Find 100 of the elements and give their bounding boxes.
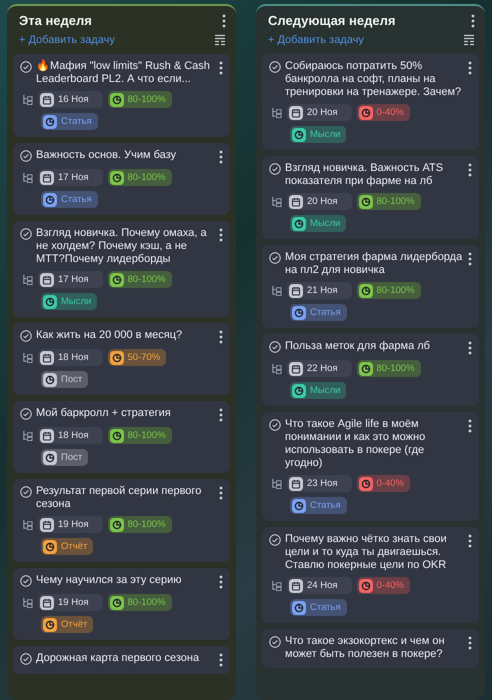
subtask-icon[interactable] <box>271 363 282 374</box>
more-icon[interactable] <box>219 486 223 500</box>
add-task-link[interactable]: + Добавить задачу <box>268 34 364 46</box>
more-icon[interactable] <box>219 330 223 344</box>
check-circle-icon[interactable] <box>20 330 32 342</box>
more-icon[interactable] <box>468 341 472 355</box>
subtask-icon[interactable] <box>22 519 33 530</box>
subtask-icon[interactable] <box>22 597 33 608</box>
check-circle-icon[interactable] <box>20 575 32 587</box>
more-icon[interactable] <box>468 252 472 266</box>
task-card[interactable]: Результат первой серии первого сезона 19 Ноя 80-100% Отчёт <box>13 479 230 562</box>
date-chip[interactable]: 19 Ноя <box>38 516 102 533</box>
date-chip[interactable]: 21 Ноя <box>287 282 352 299</box>
date-chip[interactable]: 16 Ноя <box>38 91 102 108</box>
subtask-icon[interactable] <box>271 285 282 296</box>
task-card[interactable]: Моя стратегия фарма лидерборда на пл2 для новичка 21 Ноя 80-100% Статья <box>262 245 479 328</box>
check-circle-icon[interactable] <box>269 419 281 431</box>
task-card[interactable]: Мой баркролл + стратегия 18 Ноя 80-100% Пост <box>13 401 230 473</box>
category-tag[interactable]: Пост <box>41 371 88 388</box>
more-icon[interactable] <box>468 163 472 177</box>
date-chip[interactable]: 20 Ноя <box>287 193 352 210</box>
task-card[interactable]: Дорожная карта первого сезона <box>13 646 230 674</box>
date-chip[interactable]: 17 Ноя <box>38 169 102 186</box>
calendar-icon <box>40 428 54 442</box>
check-circle-icon[interactable] <box>269 252 281 264</box>
task-title: Результат первой серии первого сезона <box>36 485 202 511</box>
check-circle-icon[interactable] <box>269 341 281 353</box>
date-chip[interactable]: 20 Ноя <box>287 104 352 121</box>
date-chip[interactable]: 18 Ноя <box>38 349 102 366</box>
subtask-icon[interactable] <box>22 352 33 363</box>
calendar-icon <box>289 284 303 298</box>
calendar-icon <box>40 518 54 532</box>
subtask-icon[interactable] <box>271 580 282 591</box>
date-chip[interactable]: 19 Ноя <box>38 594 102 611</box>
subtask-icon[interactable] <box>271 478 282 489</box>
task-title: Что такое Agile life в моём понимании и как это можно использовать в покере (где угодно) <box>285 418 426 470</box>
more-icon[interactable] <box>222 14 226 28</box>
calendar-icon <box>40 596 54 610</box>
task-card[interactable]: Почему важно чётко знать свои цели и то куда ты двигаешься. Ставлю покерные цели по OKR 24 Ноя 0-40% Статья <box>262 527 479 623</box>
check-circle-icon[interactable] <box>269 61 281 73</box>
task-card[interactable]: Польза меток для фарма лб 22 Ноя 80-100% Мысли <box>262 334 479 406</box>
task-card[interactable]: 🔥Мафия "low limits" Rush & Cash Leaderboard PL2. А что если... 16 Ноя 80-100% Статья <box>13 54 230 137</box>
date-chip[interactable]: 17 Ноя <box>38 271 102 288</box>
column-title: Эта неделя <box>19 13 92 28</box>
check-circle-icon[interactable] <box>20 408 32 420</box>
calendar-icon <box>40 350 54 364</box>
date-chip[interactable]: 23 Ноя <box>287 475 352 492</box>
more-icon[interactable] <box>468 61 472 75</box>
date-chip[interactable]: 22 Ноя <box>287 360 352 377</box>
check-circle-icon[interactable] <box>269 534 281 546</box>
check-circle-icon[interactable] <box>20 228 32 240</box>
more-icon[interactable] <box>219 653 223 667</box>
task-card[interactable]: Как жить на 20 000 в месяц? 18 Ноя 50-70% Пост <box>13 323 230 395</box>
subtask-icon[interactable] <box>22 94 33 105</box>
filter-icon[interactable] <box>214 34 226 46</box>
more-icon[interactable] <box>219 61 223 75</box>
add-task-link[interactable]: + Добавить задачу <box>19 34 115 46</box>
task-card[interactable]: Собираюсь потратить 50% банкролла на софт, планы на тренировки на тренажере. Зачем? 20 Ноя 0-40% Мысли <box>262 54 479 150</box>
calendar-icon <box>289 194 303 208</box>
check-circle-icon[interactable] <box>20 653 32 665</box>
task-card[interactable]: Чему научился за эту серию 19 Ноя 80-100% Отчёт <box>13 568 230 640</box>
more-icon[interactable] <box>219 575 223 589</box>
subtask-icon[interactable] <box>22 274 33 285</box>
calendar-icon <box>40 92 54 106</box>
task-card[interactable]: Что такое Agile life в моём понимании и как это можно использовать в покере (где угодно) 23 Ноя 0-40% Статья <box>262 412 479 521</box>
column-title: Следующая неделя <box>268 13 396 28</box>
category-tag[interactable]: Пост <box>41 449 88 466</box>
date-chip[interactable]: 18 Ноя <box>38 427 102 444</box>
check-circle-icon[interactable] <box>20 486 32 498</box>
calendar-icon <box>289 106 303 120</box>
task-title: Взгляд новичка. Важность ATS показателя при фарме на лб <box>285 162 444 188</box>
check-circle-icon[interactable] <box>269 636 281 648</box>
task-title: Чему научился за эту серию <box>36 574 183 587</box>
more-icon[interactable] <box>219 150 223 164</box>
filter-icon[interactable] <box>463 34 475 46</box>
calendar-icon <box>40 272 54 286</box>
more-icon[interactable] <box>468 534 472 548</box>
task-card[interactable]: Что такое экзокортекс и чем он может быть полезен в покере? <box>262 629 479 668</box>
task-title: Что такое экзокортекс и чем он может быть полезен в покере? <box>285 635 446 661</box>
calendar-icon <box>40 170 54 184</box>
more-icon[interactable] <box>219 408 223 422</box>
more-icon[interactable] <box>219 228 223 242</box>
task-card[interactable]: Взгляд новичка. Важность ATS показателя при фарме на лб 20 Ноя 80-100% Мысли <box>262 156 479 239</box>
subtask-icon[interactable] <box>271 107 282 118</box>
task-title: Важность основ. Учим базу <box>36 149 178 162</box>
subtask-icon[interactable] <box>271 196 282 207</box>
task-title: Моя стратегия фарма лидерборда на пл2 для новичка <box>285 251 464 277</box>
calendar-icon <box>289 578 303 592</box>
task-card[interactable]: Важность основ. Учим базу 17 Ноя 80-100% Статья <box>13 143 230 215</box>
check-circle-icon[interactable] <box>269 163 281 175</box>
check-circle-icon[interactable] <box>20 61 32 73</box>
subtask-icon[interactable] <box>22 172 33 183</box>
more-icon[interactable] <box>468 419 472 433</box>
more-icon[interactable] <box>468 636 472 650</box>
task-title: Как жить на 20 000 в месяц? <box>36 329 184 342</box>
subtask-icon[interactable] <box>22 430 33 441</box>
task-card[interactable]: Взгляд новичка. Почему омаха, а не холдем? Почему кэш, а не МТТ?Почему лидерборды 17 Ноя 80-100% Мысли <box>13 221 230 317</box>
date-chip[interactable]: 24 Ноя <box>287 577 352 594</box>
more-icon[interactable] <box>471 14 475 28</box>
check-circle-icon[interactable] <box>20 150 32 162</box>
